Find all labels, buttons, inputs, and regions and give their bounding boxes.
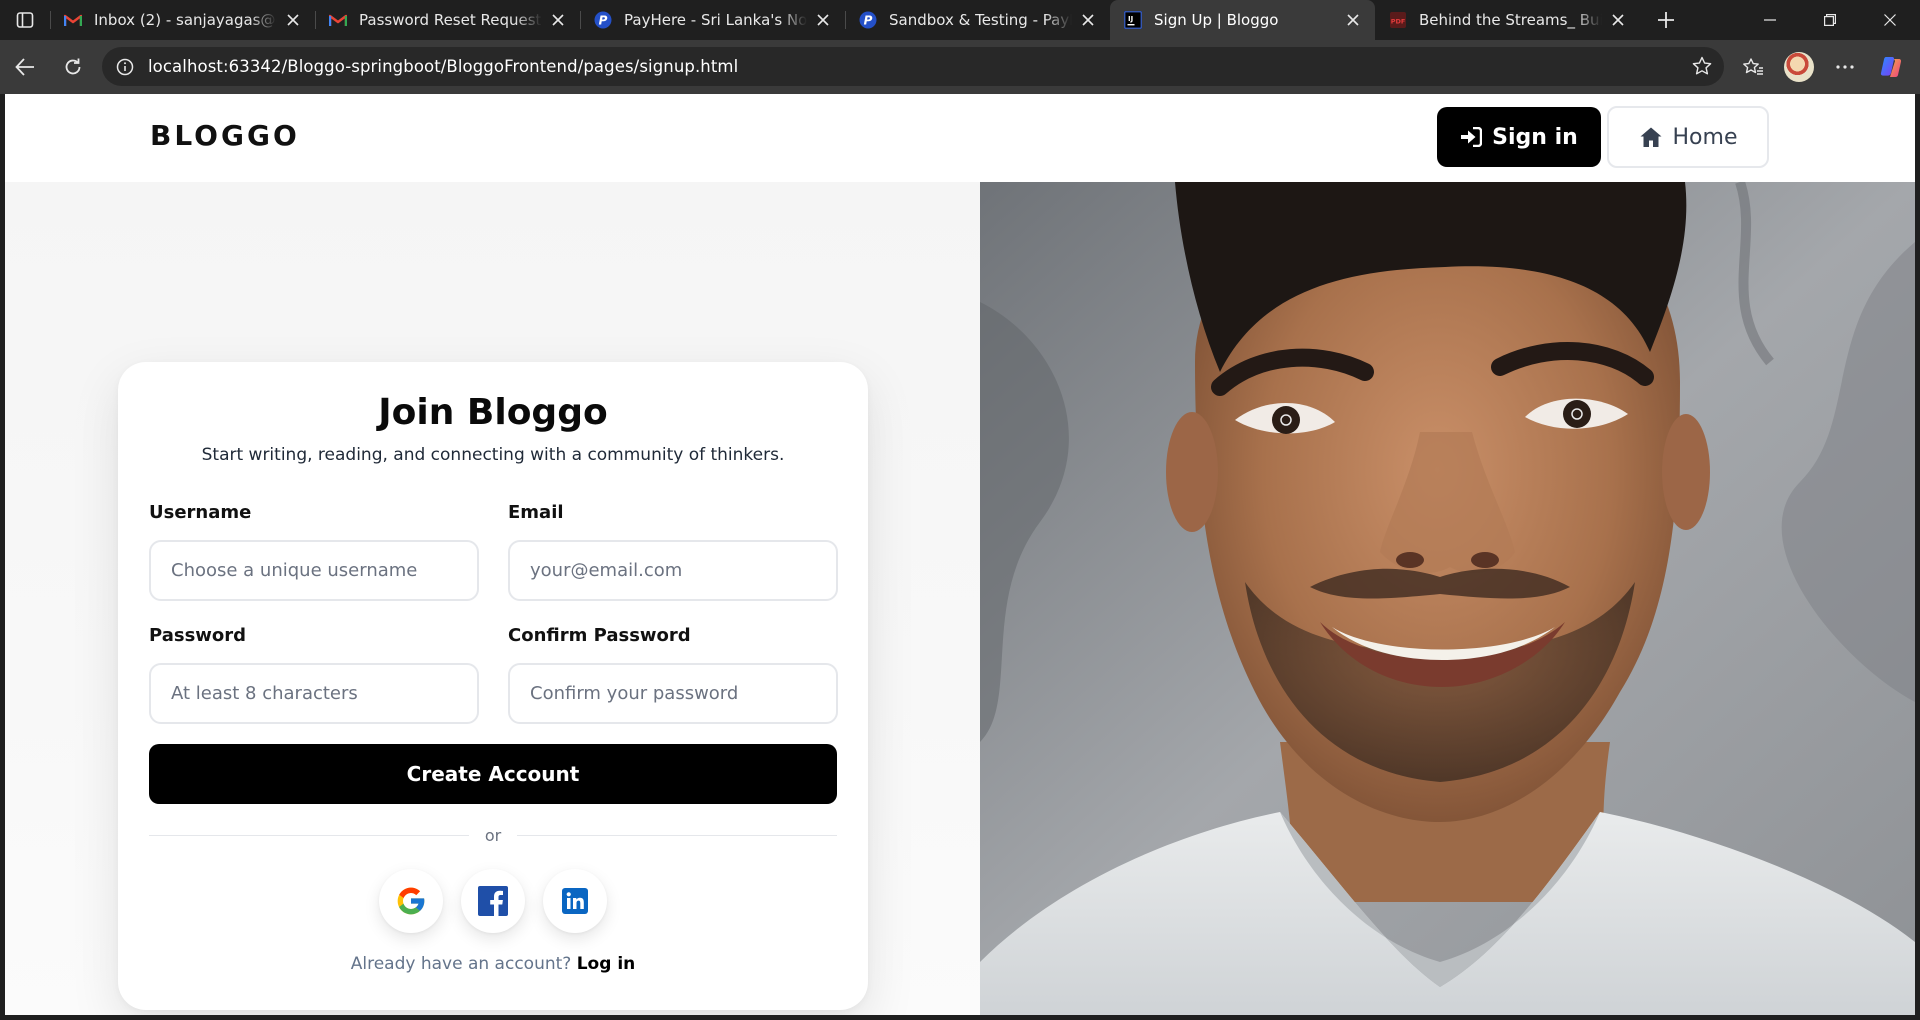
new-tab-button[interactable] — [1646, 0, 1686, 40]
more-dots-icon — [1836, 65, 1854, 69]
browser-tab-signup-active[interactable]: IJ Sign Up | Bloggo — [1110, 0, 1375, 40]
facebook-icon — [478, 886, 508, 916]
svg-text:IJ: IJ — [1128, 15, 1133, 23]
sign-in-icon — [1461, 127, 1483, 147]
profile-button[interactable] — [1776, 47, 1822, 87]
svg-text:P: P — [864, 14, 873, 28]
confirm-password-label: Confirm Password — [508, 625, 691, 646]
divider-text: or — [484, 825, 502, 845]
browser-tab-gmail-password-reset[interactable]: Password Reset Request - sanjayagas — [315, 0, 580, 40]
tab-close-icon[interactable] — [1078, 10, 1098, 30]
browser-tab-payhere-sandbox[interactable]: P Sandbox & Testing - PayHere — [845, 0, 1110, 40]
reload-icon — [65, 58, 81, 75]
favorite-star-icon[interactable] — [1692, 56, 1712, 76]
tab-title: Sign Up | Bloggo — [1154, 11, 1279, 29]
confirm-password-field[interactable] — [508, 663, 838, 724]
tab-title: Sandbox & Testing - PayHere — [889, 11, 1072, 29]
svg-text:P: P — [599, 14, 608, 28]
browser-tab-payhere[interactable]: P PayHere - Sri Lanka's No.1 Online Paym… — [580, 0, 845, 40]
tab-close-icon[interactable] — [813, 10, 833, 30]
login-prompt: Already have an account? Log in — [118, 954, 868, 974]
have-account-text: Already have an account? — [350, 954, 572, 974]
username-label: Username — [149, 502, 252, 523]
password-label: Password — [149, 625, 247, 646]
intellij-icon: IJ — [1124, 11, 1142, 29]
browser-toolbar: localhost:63342/Bloggo-springboot/Bloggo… — [0, 40, 1920, 94]
favorites-button[interactable] — [1730, 47, 1776, 87]
browser-tab-pdf[interactable]: PDF Behind the Streams_ Building — [1375, 0, 1640, 40]
minimize-button[interactable] — [1740, 0, 1800, 40]
more-menu-button[interactable] — [1822, 47, 1868, 87]
browser-tab-bar: Inbox (2) - sanjayagas@gmail.com Passwor… — [0, 0, 1920, 40]
home-label: Home — [1672, 124, 1738, 150]
card-title: Join Bloggo — [378, 392, 608, 433]
gmail-icon — [64, 11, 82, 29]
window-controls — [1740, 0, 1920, 40]
hero-photo — [980, 182, 1915, 1015]
avatar — [1784, 52, 1814, 82]
home-icon — [1640, 127, 1662, 147]
login-link[interactable]: Log in — [577, 954, 636, 974]
email-field[interactable] — [508, 540, 838, 601]
password-field[interactable] — [149, 663, 479, 724]
tab-close-icon[interactable] — [1608, 10, 1628, 30]
plus-icon — [1658, 12, 1674, 28]
page-viewport: BLOGGO Sign in Home Join Bloggo Start wr… — [5, 94, 1915, 1015]
tab-close-icon[interactable] — [548, 10, 568, 30]
address-bar[interactable]: localhost:63342/Bloggo-springboot/Bloggo… — [102, 47, 1724, 86]
restore-button[interactable] — [1800, 0, 1860, 40]
tab-title: PayHere - Sri Lanka's No.1 Online Paymen… — [624, 11, 807, 29]
pdf-icon: PDF — [1389, 11, 1407, 29]
site-logo[interactable]: BLOGGO — [150, 119, 300, 152]
minimize-icon — [1764, 19, 1776, 21]
favorites-icon — [1743, 58, 1763, 75]
copilot-icon — [1880, 57, 1902, 77]
payhere-icon: P — [859, 11, 877, 29]
toolbar-right — [1730, 40, 1920, 94]
payhere-icon: P — [594, 11, 612, 29]
tab-actions-button[interactable] — [0, 0, 50, 40]
google-icon — [397, 887, 425, 915]
svg-text:PDF: PDF — [1391, 18, 1406, 26]
close-icon — [1884, 14, 1896, 26]
gmail-icon — [329, 11, 347, 29]
browser-tab-gmail-inbox[interactable]: Inbox (2) - sanjayagas@gmail.com — [50, 0, 315, 40]
facebook-signin-button[interactable] — [461, 869, 525, 933]
tab-title: Inbox (2) - sanjayagas@gmail.com — [94, 11, 277, 29]
reload-button[interactable] — [50, 47, 96, 87]
card-subtitle: Start writing, reading, and connecting w… — [201, 445, 785, 465]
sidebar-toggle-icon — [16, 12, 34, 28]
close-window-button[interactable] — [1860, 0, 1920, 40]
window-edge — [1915, 94, 1920, 1020]
site-header: BLOGGO Sign in Home — [5, 94, 1915, 182]
signup-card: Join Bloggo Start writing, reading, and … — [118, 362, 868, 1010]
linkedin-signin-button[interactable] — [543, 869, 607, 933]
url-text: localhost:63342/Bloggo-springboot/Bloggo… — [148, 57, 739, 76]
site-info-icon[interactable] — [116, 58, 134, 76]
back-button[interactable] — [2, 47, 48, 87]
email-label: Email — [508, 502, 564, 523]
sign-in-label: Sign in — [1492, 124, 1578, 150]
portrait-photo — [980, 182, 1915, 1015]
tab-close-icon[interactable] — [283, 10, 303, 30]
username-field[interactable] — [149, 540, 479, 601]
google-signin-button[interactable] — [379, 869, 443, 933]
arrow-left-icon — [15, 58, 34, 76]
tab-title: Behind the Streams_ Building — [1419, 11, 1602, 29]
home-button[interactable]: Home — [1607, 106, 1769, 168]
restore-icon — [1824, 14, 1836, 26]
create-account-button[interactable]: Create Account — [149, 744, 837, 804]
tab-title: Password Reset Request - sanjayagas — [359, 11, 542, 29]
signup-pane: Join Bloggo Start writing, reading, and … — [5, 182, 980, 1015]
copilot-button[interactable] — [1868, 47, 1914, 87]
sign-in-button[interactable]: Sign in — [1437, 107, 1601, 167]
tab-close-icon[interactable] — [1343, 10, 1363, 30]
or-divider: or — [149, 825, 837, 845]
linkedin-icon — [562, 888, 588, 914]
